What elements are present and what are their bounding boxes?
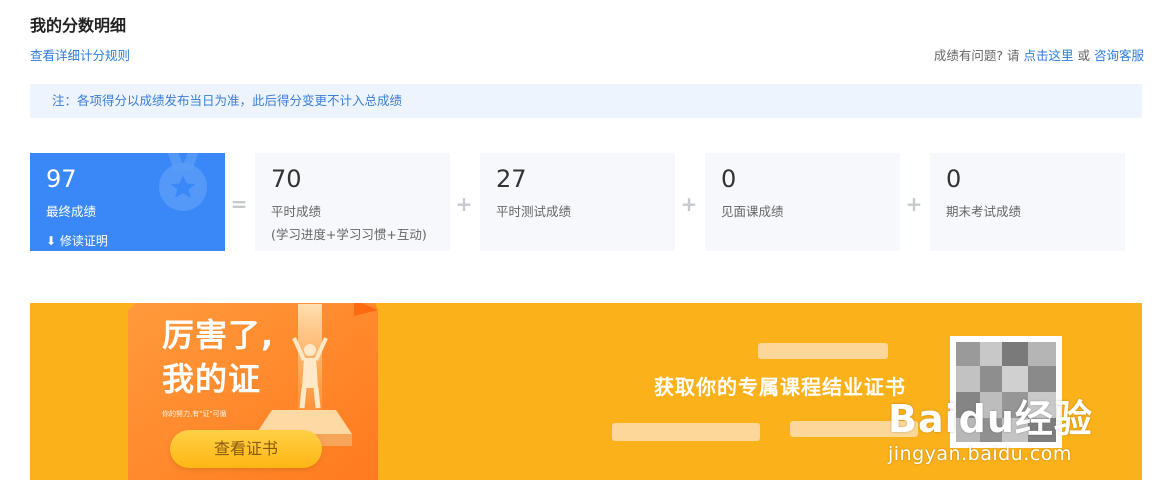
final-exam-score-label: 期末考试成绩 <box>946 204 1022 219</box>
blurred-text <box>612 423 760 441</box>
certificate-headline: 获取你的专属课程结业证书 <box>654 375 906 399</box>
meeting-class-score-label: 见面课成绩 <box>721 204 784 219</box>
help-or-text: 或 <box>1077 48 1090 63</box>
final-score-value: 97 <box>46 165 77 193</box>
regular-score-card: 70 平时成绩 (学习进度+学习习惯+互动) <box>255 153 450 251</box>
quiz-score-value: 27 <box>496 165 527 193</box>
equals-operator: = <box>230 192 248 216</box>
watermark-brand: Baidu经验 <box>888 397 1093 441</box>
final-score-card: 97 最终成绩 ⬇ 修读证明 <box>30 153 225 251</box>
final-exam-score-card: 0 期末考试成绩 <box>930 153 1125 251</box>
regular-score-value: 70 <box>271 165 302 193</box>
final-score-label: 最终成绩 <box>46 204 97 219</box>
baidu-jingyan-watermark: Baidu经验 jingyan.baidu.com <box>888 388 1093 465</box>
plus-operator: + <box>455 192 473 216</box>
promo-title: 厉害了, 我的证 <box>162 313 274 401</box>
watermark-url: jingyan.baidu.com <box>888 443 1072 465</box>
plus-operator: + <box>905 192 923 216</box>
score-help-line: 成绩有问题? 请 点击这里 或 咨询客服 <box>934 45 1144 64</box>
page-title: 我的分数明细 <box>30 16 127 35</box>
contact-support-link[interactable]: 咨询客服 <box>1094 48 1144 63</box>
help-please-text: 请 <box>1006 48 1020 63</box>
help-question-text: 成绩有问题? <box>933 48 1003 63</box>
promo-slogan: 你的努力,有"证"可循 <box>162 410 227 418</box>
meeting-class-score-card: 0 见面课成绩 <box>705 153 900 251</box>
study-certificate-label: 修读证明 <box>59 234 108 248</box>
blurred-text <box>758 343 888 359</box>
promo-title-line2: 我的证 <box>162 360 262 398</box>
quiz-score-card: 27 平时测试成绩 <box>480 153 675 251</box>
regular-score-note: (学习进度+学习习惯+互动) <box>271 227 427 242</box>
study-certificate-link[interactable]: ⬇ 修读证明 <box>46 232 108 249</box>
regular-score-label: 平时成绩 <box>271 204 322 219</box>
click-here-link[interactable]: 点击这里 <box>1023 48 1073 63</box>
scoring-rules-link[interactable]: 查看详细计分规则 <box>30 45 130 64</box>
notice-text: 注：各项得分以成绩发布当日为准，此后得分变更不计入总成绩 <box>52 93 403 108</box>
promo-title-line1: 厉害了, <box>162 316 275 354</box>
final-exam-score-value: 0 <box>946 165 962 193</box>
view-certificate-button[interactable]: 查看证书 <box>170 430 322 468</box>
notice-bar: 注：各项得分以成绩发布当日为准，此后得分变更不计入总成绩 <box>30 84 1142 118</box>
plus-operator: + <box>680 192 698 216</box>
meeting-class-score-value: 0 <box>721 165 737 193</box>
quiz-score-label: 平时测试成绩 <box>496 204 572 219</box>
download-arrow-icon: ⬇ <box>46 234 57 248</box>
